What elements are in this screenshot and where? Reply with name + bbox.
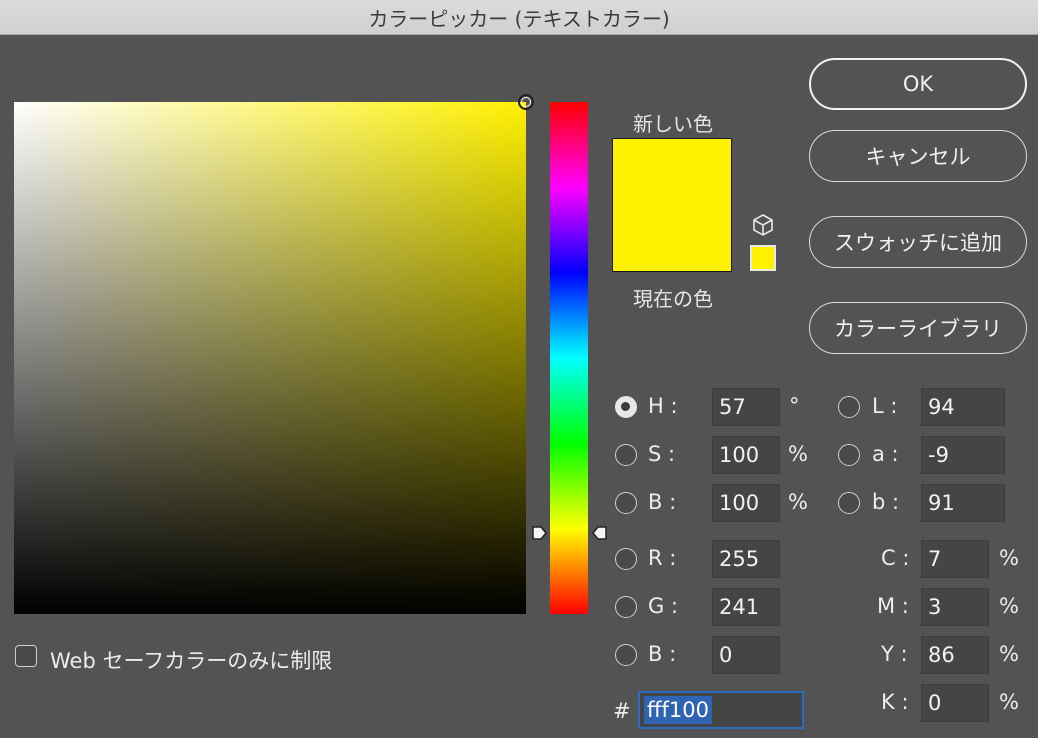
color-preview [612, 138, 732, 272]
blue-radio[interactable] [615, 644, 637, 666]
ok-button[interactable]: OK [809, 58, 1027, 110]
yellow-input[interactable]: 86 [921, 636, 989, 674]
new-color-label: 新しい色 [633, 112, 713, 136]
hue-slider-right-handle-icon[interactable] [592, 525, 608, 541]
red-radio[interactable] [615, 548, 637, 570]
cyan-unit: % [999, 546, 1019, 570]
black-input[interactable]: 0 [921, 684, 989, 722]
hue-slider-left-handle-icon[interactable] [531, 525, 547, 541]
lab-a-label: a : [872, 442, 899, 466]
green-label: G : [648, 594, 679, 618]
hue-unit: ° [789, 394, 800, 418]
magenta-unit: % [999, 594, 1019, 618]
brightness-unit: % [788, 490, 808, 514]
saturation-input[interactable]: 100 [712, 436, 780, 474]
hex-prefix-label: # [613, 699, 631, 723]
brightness-input[interactable]: 100 [712, 484, 780, 522]
saturation-radio[interactable] [615, 444, 637, 466]
saturation-brightness-field[interactable] [14, 94, 534, 614]
saturation-label: S : [648, 442, 676, 466]
color-libraries-button[interactable]: カラーライブラリ [809, 302, 1027, 354]
red-input[interactable]: 255 [712, 540, 780, 578]
lab-a-radio[interactable] [838, 444, 860, 466]
green-radio[interactable] [615, 596, 637, 618]
brightness-radio[interactable] [615, 492, 637, 514]
lab-b-input[interactable]: 91 [921, 484, 1005, 522]
current-color-swatch[interactable] [613, 205, 731, 271]
brightness-label: B : [648, 490, 677, 514]
green-input[interactable]: 241 [712, 588, 780, 626]
lab-l-radio[interactable] [838, 396, 860, 418]
window-title: カラーピッカー (テキストカラー) [368, 6, 670, 31]
blue-input[interactable]: 0 [712, 636, 780, 674]
hue-slider[interactable] [550, 102, 588, 614]
new-color-swatch [613, 139, 731, 205]
cube-icon[interactable] [751, 213, 775, 237]
title-bar: カラーピッカー (テキストカラー) [0, 0, 1038, 35]
yellow-unit: % [999, 642, 1019, 666]
current-color-label: 現在の色 [633, 287, 713, 311]
hex-value-selection: fff100 [644, 696, 712, 724]
hue-input[interactable]: 57 [712, 388, 780, 426]
saturation-unit: % [788, 442, 808, 466]
black-label: K : [881, 690, 909, 714]
lab-b-label: b : [872, 490, 900, 514]
cancel-button[interactable]: キャンセル [809, 130, 1027, 182]
magenta-input[interactable]: 3 [921, 588, 989, 626]
yellow-label: Y : [881, 642, 908, 666]
magenta-label: M : [877, 594, 909, 618]
lab-a-input[interactable]: -9 [921, 436, 1005, 474]
hue-radio[interactable] [615, 396, 637, 418]
hex-input[interactable]: fff100 [638, 691, 804, 729]
color-field-cursor[interactable] [518, 94, 534, 110]
web-safe-only-checkbox[interactable] [15, 645, 37, 667]
add-to-swatches-button[interactable]: スウォッチに追加 [809, 216, 1027, 268]
web-safe-swatch[interactable] [750, 245, 776, 271]
blue-label: B : [648, 642, 677, 666]
lab-l-label: L : [872, 394, 898, 418]
lab-b-radio[interactable] [838, 492, 860, 514]
hue-label: H : [648, 394, 678, 418]
cyan-input[interactable]: 7 [921, 540, 989, 578]
web-safe-only-label[interactable]: Web セーフカラーのみに制限 [50, 645, 332, 675]
red-label: R : [648, 546, 677, 570]
cyan-label: C : [881, 546, 910, 570]
lab-l-input[interactable]: 94 [921, 388, 1005, 426]
black-unit: % [999, 690, 1019, 714]
